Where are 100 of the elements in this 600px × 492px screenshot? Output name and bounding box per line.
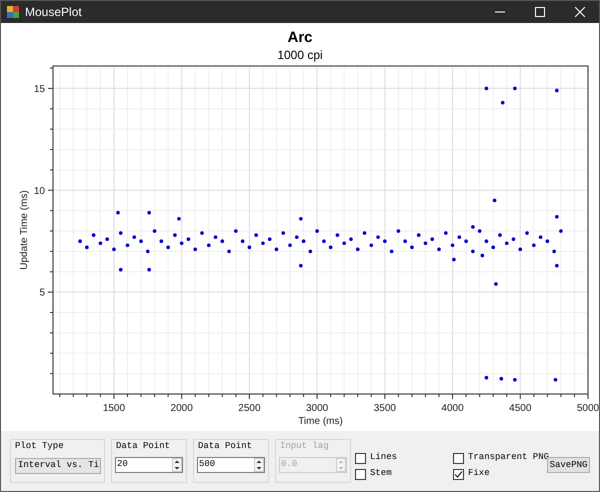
data-point: [147, 210, 151, 214]
app-icon: [7, 6, 19, 18]
data-point: [396, 229, 400, 233]
data-point: [227, 250, 231, 254]
data-point: [437, 248, 441, 252]
data-point: [147, 268, 151, 272]
data-point: [410, 246, 414, 250]
data-point: [193, 248, 198, 252]
data-point: [105, 237, 109, 241]
data-point: [484, 376, 488, 380]
data-point: [538, 235, 542, 239]
data-point: [376, 235, 380, 239]
data-point: [248, 246, 252, 250]
data-point: [356, 248, 360, 252]
data-point: [555, 88, 559, 92]
data-point: [78, 239, 82, 243]
data-point: [200, 231, 204, 235]
x-tick-label: 4000: [441, 403, 464, 414]
data-point: [173, 233, 177, 237]
data-point: [214, 235, 218, 239]
data-point: [416, 233, 420, 237]
data-point: [240, 239, 244, 243]
y-tick-label: 15: [34, 84, 45, 95]
data-point: [328, 246, 332, 250]
data-point: [552, 250, 556, 254]
x-axis-label: Time (ms): [298, 416, 343, 427]
data-point: [498, 233, 502, 237]
data-point: [430, 237, 434, 241]
group-label: Plot Type: [15, 441, 64, 452]
data-point: [546, 239, 550, 243]
spin-arrows-icon[interactable]: [172, 458, 182, 472]
data-point: [342, 241, 346, 246]
y-axis-label: Update Time (ms): [19, 190, 30, 270]
data-point: [180, 241, 184, 246]
maximize-icon[interactable]: [535, 7, 545, 17]
data-point: [126, 243, 130, 248]
data-point: [98, 241, 102, 246]
x-tick-label: 2000: [170, 403, 193, 414]
group-label: Data Point: [116, 441, 170, 452]
checkbox-label: Fixe: [468, 467, 490, 480]
window-title: MousePlot: [25, 4, 82, 21]
data-point: [139, 239, 143, 243]
data-point: [220, 239, 224, 243]
data-point: [559, 229, 563, 233]
plot-type-dropdown[interactable]: Interval vs. Ti: [15, 458, 101, 474]
close-icon[interactable]: [575, 7, 585, 17]
data-point: [146, 250, 150, 254]
data-point: [254, 233, 258, 237]
checkbox-label: Lines: [370, 451, 398, 464]
checkbox[interactable]: [453, 468, 464, 480]
data-point: [118, 268, 123, 272]
spin-arrows-icon[interactable]: [254, 458, 264, 472]
data-point: [403, 239, 407, 243]
x-tick-label: 2500: [238, 403, 261, 414]
y-tick-label: 10: [34, 186, 45, 197]
data-point: [390, 250, 394, 254]
data-point: [494, 282, 498, 286]
x-tick-label: 3500: [374, 403, 396, 414]
data-point: [288, 243, 292, 248]
x-tick-label: 4500: [509, 403, 532, 414]
data-point: [484, 239, 488, 243]
data-point: [302, 239, 306, 243]
data-point: [274, 248, 278, 252]
data-point: [518, 248, 522, 252]
data-point: [471, 225, 475, 229]
data-point: [452, 258, 456, 262]
x-tick-label: 5000: [576, 403, 599, 414]
checkbox[interactable]: [453, 452, 464, 464]
number-field[interactable]: 20: [115, 457, 183, 473]
data-point: [500, 376, 504, 381]
data-point: [464, 239, 468, 243]
data-point: [299, 217, 303, 221]
data-point: [504, 241, 509, 246]
x-tick-label: 1500: [102, 403, 126, 414]
data-point: [308, 250, 312, 254]
chart-subtitle: 1000 cpi: [277, 47, 323, 63]
data-point: [206, 243, 211, 248]
data-point: [152, 229, 156, 233]
checkbox[interactable]: [355, 468, 366, 480]
data-point: [383, 239, 387, 243]
data-point: [478, 229, 482, 233]
data-point: [268, 237, 272, 241]
data-point: [491, 246, 495, 250]
data-point: [554, 378, 558, 382]
data-point: [458, 235, 462, 239]
data-point: [299, 264, 303, 268]
data-point: [349, 237, 353, 241]
data-point: [500, 100, 504, 104]
data-point: [322, 239, 326, 243]
data-point: [370, 243, 374, 248]
data-point: [85, 246, 89, 250]
group-label: Input lag: [280, 441, 329, 452]
data-point: [444, 231, 448, 235]
data-point: [166, 246, 170, 250]
data-point: [480, 254, 484, 258]
data-point: [92, 233, 96, 237]
data-point: [513, 86, 517, 90]
checkbox[interactable]: [355, 452, 366, 464]
save-png-button[interactable]: SavePNG: [547, 457, 590, 473]
number-field[interactable]: 500: [197, 457, 265, 473]
